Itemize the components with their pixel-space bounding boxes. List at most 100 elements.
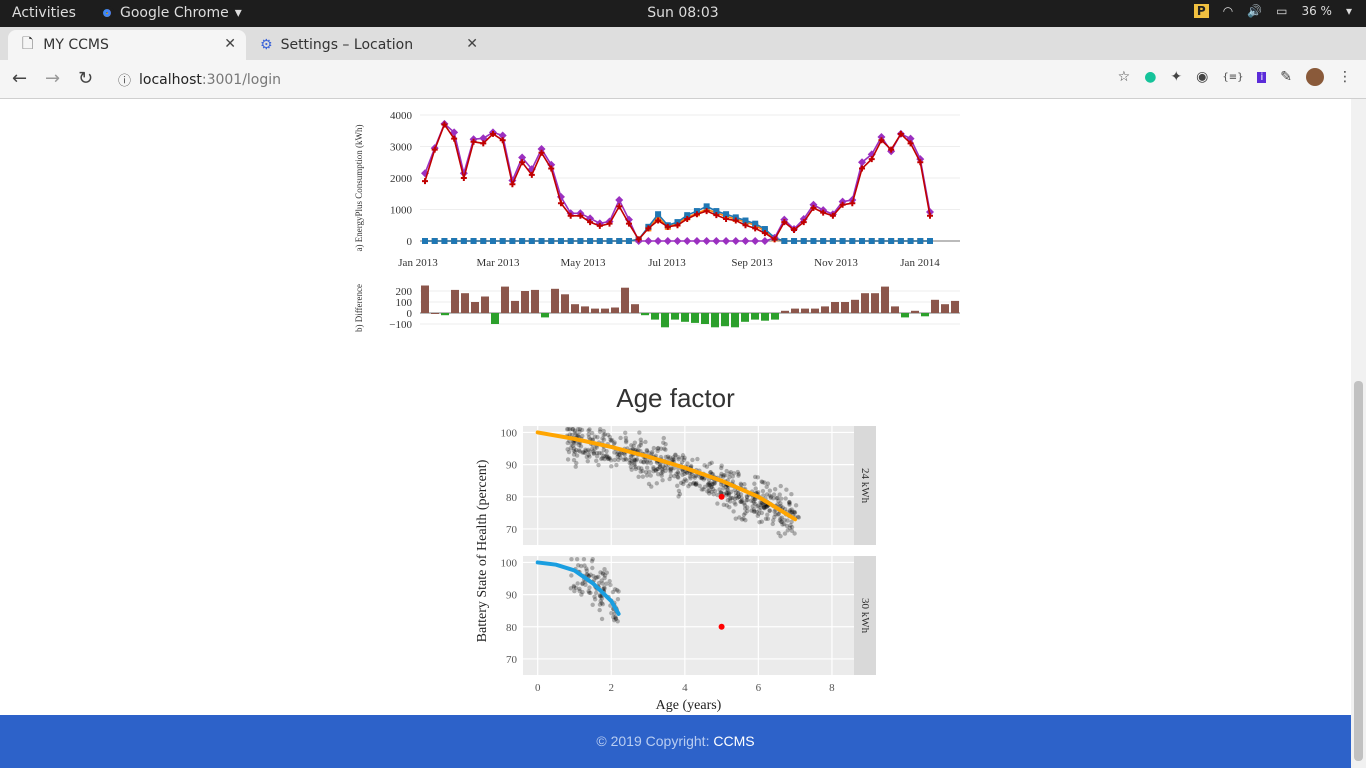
observation-point	[724, 491, 730, 496]
bookmark-star-icon[interactable]: ☆	[1118, 69, 1131, 85]
data-point	[528, 238, 535, 244]
data-point	[654, 237, 663, 245]
camera-icon[interactable]: ◉	[1196, 69, 1208, 85]
app-menu[interactable]: Google Chrome ▾	[100, 5, 242, 21]
y-axis-label: b) Difference	[354, 284, 364, 332]
difference-bar	[501, 286, 509, 313]
observation-point	[579, 427, 585, 433]
observation-point	[594, 458, 599, 464]
close-icon[interactable]: ✕	[466, 36, 478, 52]
observation-point	[585, 458, 590, 464]
paw-icon[interactable]: ✦	[1170, 69, 1182, 85]
facet-label: 30 kWh	[859, 598, 871, 634]
back-button[interactable]: ←	[12, 68, 27, 89]
data-point	[692, 237, 701, 245]
forward-button[interactable]: →	[45, 68, 60, 89]
data-point	[702, 237, 711, 245]
data-point	[655, 211, 662, 218]
observation-point	[571, 448, 577, 454]
observation-point	[707, 482, 712, 488]
observation-point	[717, 487, 722, 492]
footer-brand-link[interactable]: CCMS	[713, 733, 754, 749]
y-tick-label: 3000	[390, 142, 413, 154]
page-icon: 🗋	[22, 36, 34, 52]
power-menu-icon[interactable]: ▾	[1346, 4, 1352, 18]
x-tick-label: Jul 2013	[648, 257, 686, 269]
observation-point	[739, 495, 744, 501]
observation-point	[660, 477, 665, 483]
observation-point	[686, 483, 691, 489]
observation-point	[742, 482, 747, 487]
observation-point	[590, 602, 595, 608]
observation-point	[784, 487, 789, 492]
tab-strip: 🗋 MY CCMS ✕ ⚙ Settings – Location ✕ +	[0, 27, 1366, 82]
tab-my-ccms[interactable]: 🗋 MY CCMS ✕	[8, 30, 246, 60]
activities-button[interactable]: Activities	[12, 5, 76, 21]
observation-point	[762, 506, 767, 511]
observation-point	[605, 454, 610, 460]
data-point	[878, 238, 885, 244]
scrollbar-thumb[interactable]	[1354, 381, 1363, 761]
json-icon[interactable]: {≡}	[1222, 72, 1243, 83]
difference-bar	[891, 306, 899, 313]
volume-icon: 🔊	[1247, 4, 1263, 18]
tab-settings-location[interactable]: ⚙ Settings – Location ✕	[252, 30, 488, 60]
reload-button[interactable]: ↻	[78, 68, 93, 89]
observation-point	[770, 521, 775, 527]
y-tick-label: 70	[506, 524, 518, 536]
observation-point	[712, 489, 718, 494]
difference-bar	[791, 308, 799, 313]
observation-point	[587, 585, 592, 590]
observation-point	[644, 473, 650, 478]
observation-point	[592, 594, 597, 599]
data-point	[441, 238, 448, 244]
observation-point	[676, 475, 681, 480]
data-point	[897, 238, 904, 244]
observation-point	[569, 573, 574, 578]
observation-point	[767, 508, 772, 513]
app-name: Google Chrome	[120, 5, 229, 21]
observation-point	[589, 446, 595, 452]
data-point	[422, 238, 428, 244]
observation-point	[728, 499, 733, 504]
observation-point	[636, 465, 642, 471]
parking-indicator-icon[interactable]: P	[1193, 4, 1209, 18]
address-bar[interactable]: ⓘ localhost:3001/login	[108, 66, 1083, 93]
difference-bar	[911, 310, 919, 313]
close-icon[interactable]: ✕	[224, 36, 236, 52]
data-point	[810, 238, 817, 244]
system-indicators[interactable]: P ◠ 🔊 ▭ 36 % ▾	[1193, 4, 1352, 18]
observation-point	[588, 590, 593, 596]
extension-icon[interactable]: i	[1257, 71, 1267, 83]
x-tick-label: 2	[609, 682, 615, 694]
data-point	[499, 238, 506, 244]
data-point	[480, 238, 487, 244]
observation-point	[792, 510, 797, 516]
info-icon[interactable]: ⓘ	[118, 70, 131, 89]
data-point	[673, 237, 682, 245]
y-axis-label: Battery State of Health (percent)	[475, 459, 490, 642]
tab-label: Settings – Location	[280, 37, 414, 53]
data-point	[548, 238, 555, 244]
difference-bar	[481, 296, 489, 313]
observation-point	[624, 438, 629, 443]
menu-icon[interactable]: ⋮	[1338, 69, 1352, 85]
observation-point	[793, 503, 799, 508]
difference-bar	[831, 302, 839, 313]
difference-bar	[511, 300, 519, 313]
eyedropper-icon[interactable]: ✎	[1280, 69, 1292, 85]
age-factor-chart: 70 80 90 100 24 kWh 70 80 90 100 30 kWh 0 2 4 6 8 Age (…	[475, 426, 876, 713]
observation-point	[568, 586, 574, 591]
avatar[interactable]	[1306, 68, 1324, 86]
observation-point	[744, 508, 750, 514]
difference-bar	[921, 313, 929, 317]
observation-point	[629, 460, 634, 466]
scrollbar[interactable]	[1351, 99, 1366, 768]
facet-label: 24 kWh	[859, 468, 871, 504]
observation-point	[755, 489, 761, 495]
observation-point	[675, 483, 680, 489]
x-tick-label: Sep 2013	[731, 257, 773, 269]
difference-bar	[541, 313, 549, 318]
grammarly-icon[interactable]: ●	[1144, 69, 1156, 85]
observation-point	[778, 483, 783, 489]
